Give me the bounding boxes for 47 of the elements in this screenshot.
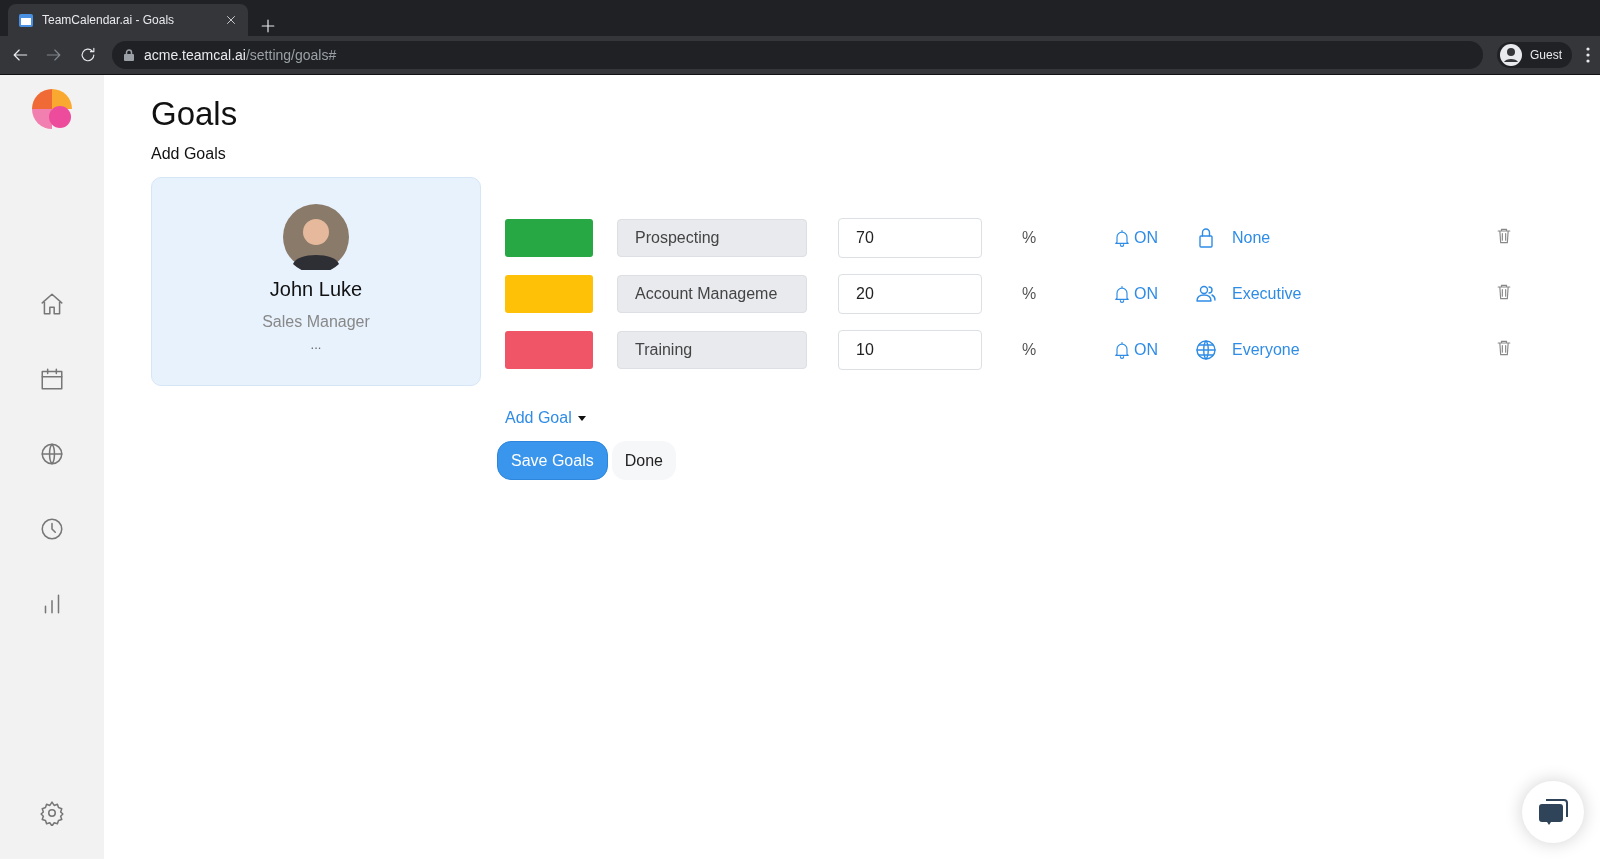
percent-field[interactable]: 20 bbox=[838, 274, 982, 314]
close-icon[interactable] bbox=[224, 13, 238, 27]
url-text: acme.teamcal.ai/setting/goals# bbox=[144, 47, 337, 63]
percent-field[interactable]: 10 bbox=[838, 330, 982, 370]
bell-icon bbox=[1112, 340, 1132, 360]
tab-title: TeamCalendar.ai - Goals bbox=[42, 13, 176, 27]
globe-icon bbox=[1194, 338, 1218, 362]
percent-sign: % bbox=[1022, 285, 1037, 302]
person-name: John Luke bbox=[269, 278, 363, 301]
goal-color-swatch[interactable] bbox=[505, 219, 593, 257]
globe-icon[interactable] bbox=[39, 441, 65, 467]
add-goal-dropdown[interactable]: Add Goal bbox=[497, 409, 594, 427]
bell-icon bbox=[1112, 228, 1132, 248]
menu-icon[interactable] bbox=[1586, 47, 1590, 63]
section-heading: Add Goals bbox=[151, 145, 226, 163]
alert-toggle[interactable]: ON bbox=[1112, 340, 1158, 360]
lock-icon bbox=[124, 49, 134, 61]
percent-sign: % bbox=[1022, 341, 1037, 358]
percent-sign: % bbox=[1022, 229, 1037, 246]
goal-name-field[interactable]: Prospecting bbox=[617, 219, 807, 257]
home-icon[interactable] bbox=[39, 291, 65, 317]
goal-color-swatch[interactable] bbox=[505, 275, 593, 313]
alert-toggle[interactable]: ON bbox=[1112, 228, 1158, 248]
address-bar[interactable]: acme.teamcal.ai/setting/goals# bbox=[112, 41, 1483, 69]
more-text: ... bbox=[310, 337, 322, 352]
avatar bbox=[283, 204, 349, 270]
person-role: Sales Manager bbox=[262, 313, 370, 331]
goal-name-field[interactable]: Account Manageme bbox=[617, 275, 807, 313]
user-icon bbox=[1500, 44, 1522, 66]
chat-button[interactable] bbox=[1522, 781, 1584, 843]
page-title: Goals bbox=[151, 95, 239, 133]
profile-button[interactable]: Guest bbox=[1497, 42, 1572, 68]
goal-color-swatch[interactable] bbox=[505, 331, 593, 369]
settings-icon[interactable] bbox=[39, 800, 65, 826]
alert-toggle[interactable]: ON bbox=[1112, 284, 1158, 304]
calendar-icon[interactable] bbox=[39, 366, 65, 392]
visibility-link[interactable]: Executive bbox=[1232, 285, 1302, 303]
clock-icon[interactable] bbox=[39, 516, 65, 542]
logo-icon[interactable] bbox=[32, 89, 72, 129]
done-button[interactable]: Done bbox=[611, 441, 676, 480]
percent-field[interactable]: 70 bbox=[838, 218, 982, 258]
caret-icon bbox=[577, 415, 586, 421]
goal-name-field[interactable]: Training bbox=[617, 331, 807, 369]
browser-tab[interactable]: TeamCalendar.ai - Goals bbox=[8, 4, 248, 36]
bell-icon bbox=[1112, 284, 1132, 304]
visibility-link[interactable]: None bbox=[1232, 229, 1271, 247]
calendar-icon bbox=[18, 12, 34, 28]
